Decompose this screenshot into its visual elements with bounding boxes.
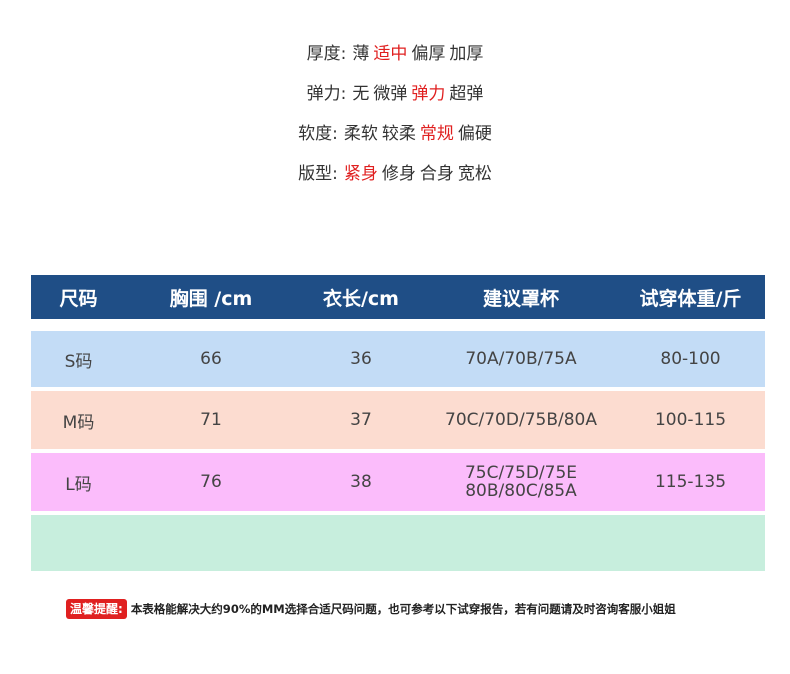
header-bust: 胸围 /cm <box>169 287 253 310</box>
attr-option: 加厚 <box>449 44 484 64</box>
cell-bust: 71 <box>200 410 222 430</box>
cell-bust: 66 <box>200 349 222 369</box>
attr-fit: 版型: 紧身 修身 合身 宽松 <box>0 160 790 200</box>
header-length: 衣长/cm <box>322 287 399 310</box>
header-weight: 试穿体重/斤 <box>639 287 742 310</box>
cell-cup: 70A/70B/75A <box>426 350 616 368</box>
table-row: S码 66 36 70A/70B/75A 80-100 <box>31 331 765 387</box>
table-row-empty <box>31 515 765 571</box>
attr-thickness: 厚度: 薄适中 偏厚 加厚 <box>0 40 790 80</box>
reminder-text: 本表格能解决大约90%的MM选择合适尺码问题，也可参考以下试穿报告，若有问题请及… <box>130 602 676 616</box>
cell-cup: 75C/75D/75E 80B/80C/85A <box>426 464 616 500</box>
attr-label: 软度: <box>298 124 338 144</box>
table-row: L码 76 38 75C/75D/75E 80B/80C/85A 115-135 <box>31 453 765 511</box>
attr-option: 合身 <box>419 164 454 184</box>
cup-line: 70C/70D/75B/80A <box>445 410 597 430</box>
attr-elasticity: 弹力: 无微弹 弹力 超弹 <box>0 80 790 120</box>
attr-label: 厚度: <box>306 44 347 64</box>
cell-length: 37 <box>350 410 372 430</box>
attr-option: 宽松 <box>457 164 492 184</box>
cup-line: 70A/70B/75A <box>465 349 577 369</box>
product-attributes: 厚度: 薄适中 偏厚 加厚 弹力: 无微弹 弹力 超弹 软度: 柔软 较柔 常规 偏硬 版型: 紧身修… <box>0 40 790 200</box>
table-header: 尺码 胸围 /cm 衣长/cm 建议罩杯 试穿体重/斤 <box>31 275 765 319</box>
attr-option-selected: 紧身 <box>343 164 378 184</box>
header-size: 尺码 <box>59 287 98 310</box>
attr-option: 较柔 <box>381 124 416 144</box>
cell-length: 36 <box>350 349 372 369</box>
reminder-badge: 温馨提醒: <box>66 599 127 619</box>
attr-option: 微弹 <box>373 84 408 104</box>
cell-weight: 115-135 <box>654 472 727 492</box>
cell-size: L码 <box>65 474 92 495</box>
header-cup: 建议罩杯 <box>482 287 559 310</box>
cell-size: S码 <box>64 351 93 372</box>
cup-line: 80B/80C/85A <box>465 481 577 501</box>
cell-bust: 76 <box>200 472 222 492</box>
attr-option: 柔软 <box>343 124 378 144</box>
cell-length: 38 <box>350 472 372 492</box>
cell-weight: 80-100 <box>660 349 721 369</box>
attr-option: 修身 <box>381 164 416 184</box>
cell-cup: 70C/70D/75B/80A <box>426 411 616 429</box>
attr-option: 超弹 <box>449 84 484 104</box>
attr-option-selected: 弹力 <box>411 84 446 104</box>
cell-size: M码 <box>62 412 95 433</box>
attr-option-selected: 常规 <box>419 124 454 144</box>
attr-option: 无 <box>352 84 370 104</box>
attr-label: 弹力: <box>306 84 347 104</box>
attr-softness: 软度: 柔软 较柔 常规 偏硬 <box>0 120 790 160</box>
cup-line: 75C/75D/75E <box>464 463 578 483</box>
attr-option: 偏硬 <box>457 124 492 144</box>
table-row: M码 71 37 70C/70D/75B/80A 100-115 <box>31 391 765 449</box>
attr-option: 偏厚 <box>411 44 446 64</box>
attr-label: 版型: <box>298 164 338 184</box>
attr-option: 薄 <box>352 44 370 64</box>
attr-option-selected: 适中 <box>373 44 408 64</box>
size-table: 尺码 胸围 /cm 衣长/cm 建议罩杯 试穿体重/斤 S码 66 36 70A… <box>31 275 765 571</box>
reminder: 温馨提醒: 本表格能解决大约90%的MM选择合适尺码问题，也可参考以下试穿报告，… <box>66 599 676 619</box>
cell-weight: 100-115 <box>654 410 727 430</box>
